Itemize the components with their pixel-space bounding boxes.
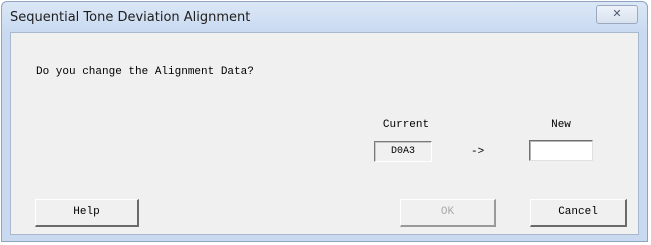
close-button[interactable]: ✕	[596, 5, 638, 24]
ok-button: OK	[400, 199, 496, 227]
cancel-button[interactable]: Cancel	[530, 199, 627, 227]
dialog-window: Sequential Tone Deviation Alignment ✕ Do…	[1, 1, 648, 242]
current-label: Current	[382, 119, 430, 131]
new-value-input[interactable]	[529, 140, 593, 161]
dialog-body: Do you change the Alignment Data? Curren…	[10, 32, 639, 235]
window-title: Sequential Tone Deviation Alignment	[10, 10, 251, 25]
new-label: New	[551, 119, 571, 131]
close-icon: ✕	[612, 7, 622, 20]
help-button[interactable]: Help	[35, 199, 139, 227]
title-bar[interactable]: Sequential Tone Deviation Alignment ✕	[2, 2, 647, 32]
current-value-field: D0A3	[374, 141, 432, 162]
arrow-indicator: ->	[471, 146, 485, 158]
prompt-text: Do you change the Alignment Data?	[36, 66, 254, 78]
